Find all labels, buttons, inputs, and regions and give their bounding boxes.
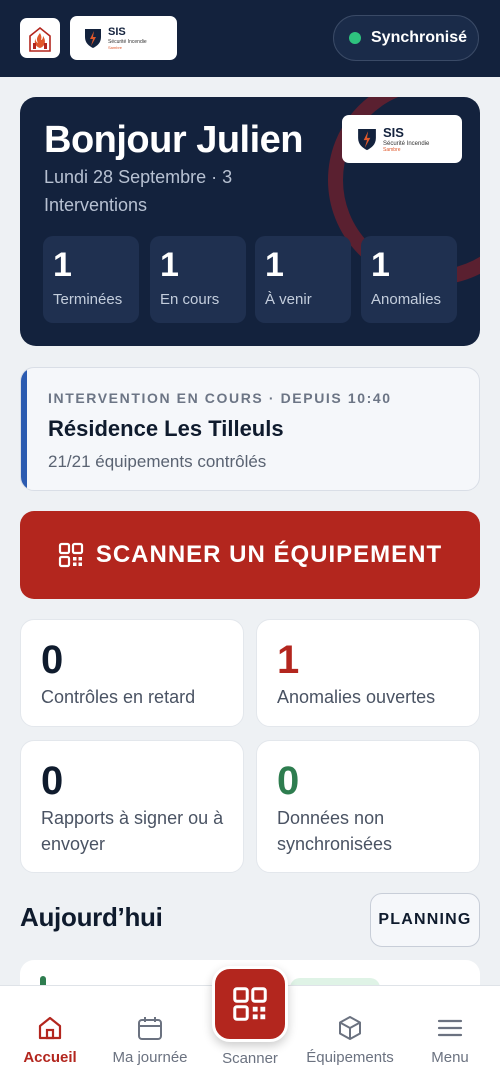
kpi-value: 0 (41, 759, 64, 803)
box-icon (335, 1013, 365, 1043)
kpi-open-anomalies[interactable]: 1 Anomalies ouvertes (256, 619, 480, 727)
menu-icon (435, 1013, 465, 1043)
hero-logo-subtag: Sambre (383, 146, 401, 153)
shield-logo-icon (358, 129, 376, 151)
brand-name: SIS (108, 25, 126, 38)
kpi-value: 0 (41, 638, 64, 682)
brand-subtag: Sambre (108, 44, 123, 50)
stat-upcoming[interactable]: 1 À venir (255, 236, 351, 323)
stat-in-progress[interactable]: 1 En cours (150, 236, 246, 323)
shield-logo-icon (85, 29, 101, 48)
stat-value: 1 (53, 246, 72, 284)
greeting-subtitle: Lundi 28 Septembre · 3 Interventions (44, 167, 233, 215)
brand-chip[interactable]: SIS Sécurité Incendie Sambre (70, 16, 177, 60)
calendar-icon (135, 1013, 165, 1043)
today-section-title: Aujourd’hui (20, 902, 163, 932)
greeting-card: SIS Sécurité Incendie Sambre Bonjour Jul… (20, 97, 480, 346)
greeting-title: Bonjour Julien (44, 119, 304, 161)
kpi-value: 1 (277, 638, 300, 682)
nav-label: Équipements (306, 1049, 394, 1066)
qr-scan-icon (58, 542, 83, 568)
sync-status-label: Synchronisé (371, 29, 468, 46)
top-bar: SIS Sécurité Incendie Sambre Synchronisé (0, 0, 500, 77)
status-dot-icon (349, 32, 361, 44)
brand-tagline: Sécurité Incendie (108, 38, 147, 45)
intervention-kicker: INTERVENTION EN COURS · DEPUIS 10:40 (48, 390, 392, 406)
qr-scan-icon (233, 987, 267, 1021)
nav-item-home[interactable]: Accueil (0, 986, 100, 1082)
nav-label: Accueil (23, 1049, 77, 1066)
scanner-fab-button[interactable] (212, 966, 288, 1042)
accent-bar (21, 368, 27, 490)
sync-status-badge[interactable]: Synchronisé (333, 15, 479, 61)
nav-item-my-day[interactable]: Ma journée (100, 986, 200, 1082)
home-icon (35, 1013, 65, 1043)
nav-item-menu[interactable]: Menu (400, 986, 500, 1082)
stat-label: Anomalies (371, 291, 442, 308)
intervention-detail: 21/21 équipements contrôlés (48, 452, 267, 471)
kpi-late-controls[interactable]: 0 Contrôles en retard (20, 619, 244, 727)
kpi-reports-to-sign[interactable]: 0 Rapports à signer ou à envoyer (20, 740, 244, 873)
hero-logo-tagline: Sécurité Incendie (383, 140, 430, 147)
current-intervention-card[interactable]: INTERVENTION EN COURS · DEPUIS 10:40 Rés… (20, 367, 480, 491)
kpi-label: Contrôles en retard (41, 687, 196, 707)
stat-label: En cours (160, 291, 220, 308)
nav-label: Menu (431, 1049, 469, 1066)
nav-label: Ma journée (112, 1049, 188, 1066)
kpi-label: Données non synchronisées (277, 808, 393, 854)
planning-button[interactable]: PLANNING (370, 893, 480, 947)
kpi-label: Rapports à signer ou à envoyer (41, 808, 224, 854)
scan-equipment-button[interactable]: SCANNER UN ÉQUIPEMENT (20, 511, 480, 599)
stat-label: Terminées (53, 291, 123, 308)
intervention-title: Résidence Les Tilleuls (48, 416, 284, 441)
kpi-label: Anomalies ouvertes (277, 687, 436, 707)
stat-completed[interactable]: 1 Terminées (43, 236, 139, 323)
scan-button-label: SCANNER UN ÉQUIPEMENT (95, 541, 443, 568)
kpi-unsynced-data[interactable]: 0 Données non synchronisées (256, 740, 480, 873)
nav-item-equipment[interactable]: Équipements (300, 986, 400, 1082)
hero-logo-name: SIS (383, 124, 404, 140)
hero-logo: SIS Sécurité Incendie Sambre (342, 115, 462, 163)
kpi-value: 0 (277, 759, 300, 803)
app-logo[interactable] (20, 18, 60, 58)
stat-value: 1 (265, 246, 284, 284)
stat-value: 1 (160, 246, 179, 284)
nav-label: Scanner (222, 1050, 278, 1067)
fire-building-icon (29, 26, 51, 52)
stat-label: À venir (265, 291, 312, 308)
stat-value: 1 (371, 246, 390, 284)
stat-anomalies[interactable]: 1 Anomalies (361, 236, 457, 323)
